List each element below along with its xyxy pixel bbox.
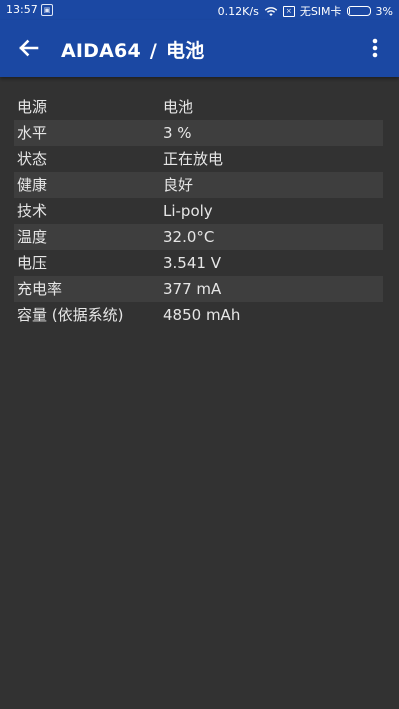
row-value: 32.0°C bbox=[163, 228, 215, 246]
list-item: 容量 (依据系统) 4850 mAh bbox=[14, 302, 383, 328]
list-item: 健康 良好 bbox=[14, 172, 383, 198]
list-item: 水平 3 % bbox=[14, 120, 383, 146]
list-item: 充电率 377 mA bbox=[14, 276, 383, 302]
row-value: 3.541 V bbox=[163, 254, 221, 272]
row-label: 水平 bbox=[17, 124, 48, 142]
row-label: 健康 bbox=[17, 176, 48, 194]
battery-percent: 3% bbox=[375, 4, 393, 18]
battery-icon bbox=[346, 6, 371, 16]
list-item: 电源 电池 bbox=[14, 94, 383, 120]
status-right: 0.12K/s × 无SIM卡 3% bbox=[218, 3, 393, 19]
row-label: 容量 (依据系统) bbox=[17, 306, 124, 324]
row-label: 充电率 bbox=[17, 280, 63, 298]
row-label: 电源 bbox=[17, 98, 48, 116]
row-value: 电池 bbox=[163, 98, 194, 116]
row-label: 技术 bbox=[17, 202, 48, 220]
row-label: 电压 bbox=[17, 254, 48, 272]
battery-info-list: 电源 电池 水平 3 % 状态 正在放电 健康 良好 技术 Li-poly 温度… bbox=[14, 94, 383, 328]
row-value: 3 % bbox=[163, 124, 192, 142]
sim-status: 无SIM卡 bbox=[299, 5, 342, 18]
section-title: 电池 bbox=[166, 40, 205, 62]
row-value: Li-poly bbox=[163, 202, 213, 220]
status-bar: 13:57 ▣ 0.12K/s × 无SIM卡 3% bbox=[0, 0, 399, 20]
toolbar: AIDA64 / 电池 bbox=[0, 20, 399, 77]
row-label: 温度 bbox=[17, 228, 48, 246]
row-value: 正在放电 bbox=[163, 150, 224, 168]
sim-icon: × bbox=[282, 5, 295, 17]
app-name: AIDA64 bbox=[61, 40, 141, 62]
page-title: AIDA64 / 电池 bbox=[61, 36, 204, 63]
row-value: 良好 bbox=[163, 176, 194, 194]
list-item: 电压 3.541 V bbox=[14, 250, 383, 276]
status-time: 13:57 bbox=[6, 3, 38, 16]
wifi-icon bbox=[264, 6, 278, 16]
row-value: 4850 mAh bbox=[163, 306, 241, 324]
overflow-menu-button[interactable] bbox=[363, 32, 387, 64]
list-item: 技术 Li-poly bbox=[14, 198, 383, 224]
arrow-left-icon bbox=[19, 39, 39, 57]
list-item: 状态 正在放电 bbox=[14, 146, 383, 172]
more-vert-icon bbox=[372, 38, 378, 58]
title-separator: / bbox=[149, 40, 158, 62]
image-icon: ▣ bbox=[41, 4, 53, 16]
list-item: 温度 32.0°C bbox=[14, 224, 383, 250]
row-label: 状态 bbox=[17, 150, 48, 168]
row-value: 377 mA bbox=[163, 280, 222, 298]
network-speed: 0.12K/s bbox=[217, 4, 259, 18]
back-button[interactable] bbox=[12, 32, 44, 64]
